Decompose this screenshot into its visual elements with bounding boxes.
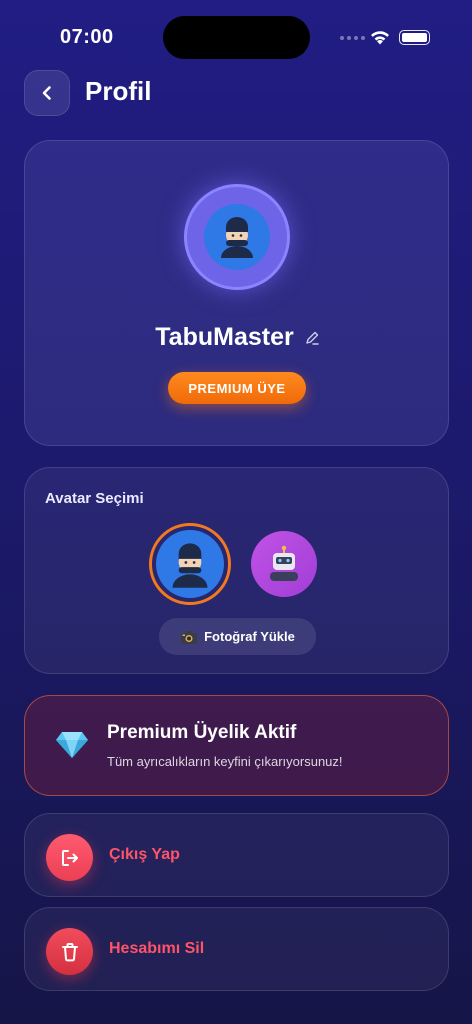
page-title: Profil	[85, 76, 152, 106]
avatar-option-robot[interactable]	[251, 531, 317, 597]
robot-avatar-icon	[270, 545, 298, 581]
premium-member-badge: PREMIUM ÜYE	[168, 372, 306, 404]
edit-pencil-icon[interactable]	[304, 330, 320, 346]
diamond-icon	[56, 732, 88, 758]
delete-icon-badge	[46, 928, 93, 975]
username: TabuMaster	[155, 323, 294, 351]
avatar-selection-title: Avatar Seçimi	[45, 490, 144, 507]
premium-status-card: Premium Üyelik Aktif Tüm ayrıcalıkların …	[24, 695, 449, 796]
cellular-signal-icon	[340, 36, 365, 40]
camera-icon	[181, 630, 198, 644]
logout-icon	[61, 849, 78, 866]
trash-icon	[61, 942, 78, 961]
status-bar: 07:00	[0, 0, 472, 70]
delete-account-label: Hesabımı Sil	[109, 940, 205, 957]
avatar-selection-card: Avatar Seçimi Fotoğraf Yükle	[24, 467, 449, 674]
logout-button[interactable]: Çıkış Yap	[24, 813, 449, 897]
battery-icon	[399, 30, 430, 45]
profile-avatar[interactable]	[184, 184, 290, 290]
wifi-icon	[371, 31, 389, 45]
logout-icon-badge	[46, 834, 93, 881]
premium-status-subtitle: Tüm ayrıcalıkların keyfini çıkarıyorsunu…	[107, 754, 343, 769]
chevron-left-icon	[42, 86, 51, 100]
upload-photo-button[interactable]: Fotoğraf Yükle	[159, 618, 316, 655]
ninja-avatar-icon	[204, 204, 270, 270]
dynamic-island	[163, 16, 310, 59]
avatar-option-ninja[interactable]	[149, 523, 231, 605]
premium-status-title: Premium Üyelik Aktif	[107, 722, 297, 743]
back-button[interactable]	[24, 70, 70, 116]
username-row: TabuMaster	[25, 323, 450, 352]
delete-account-button[interactable]: Hesabımı Sil	[24, 907, 449, 991]
profile-card: TabuMaster PREMIUM ÜYE	[24, 140, 449, 446]
logout-label: Çıkış Yap	[109, 846, 180, 863]
ninja-avatar-icon	[156, 530, 224, 598]
status-time: 07:00	[60, 26, 114, 48]
upload-photo-label: Fotoğraf Yükle	[204, 629, 295, 644]
